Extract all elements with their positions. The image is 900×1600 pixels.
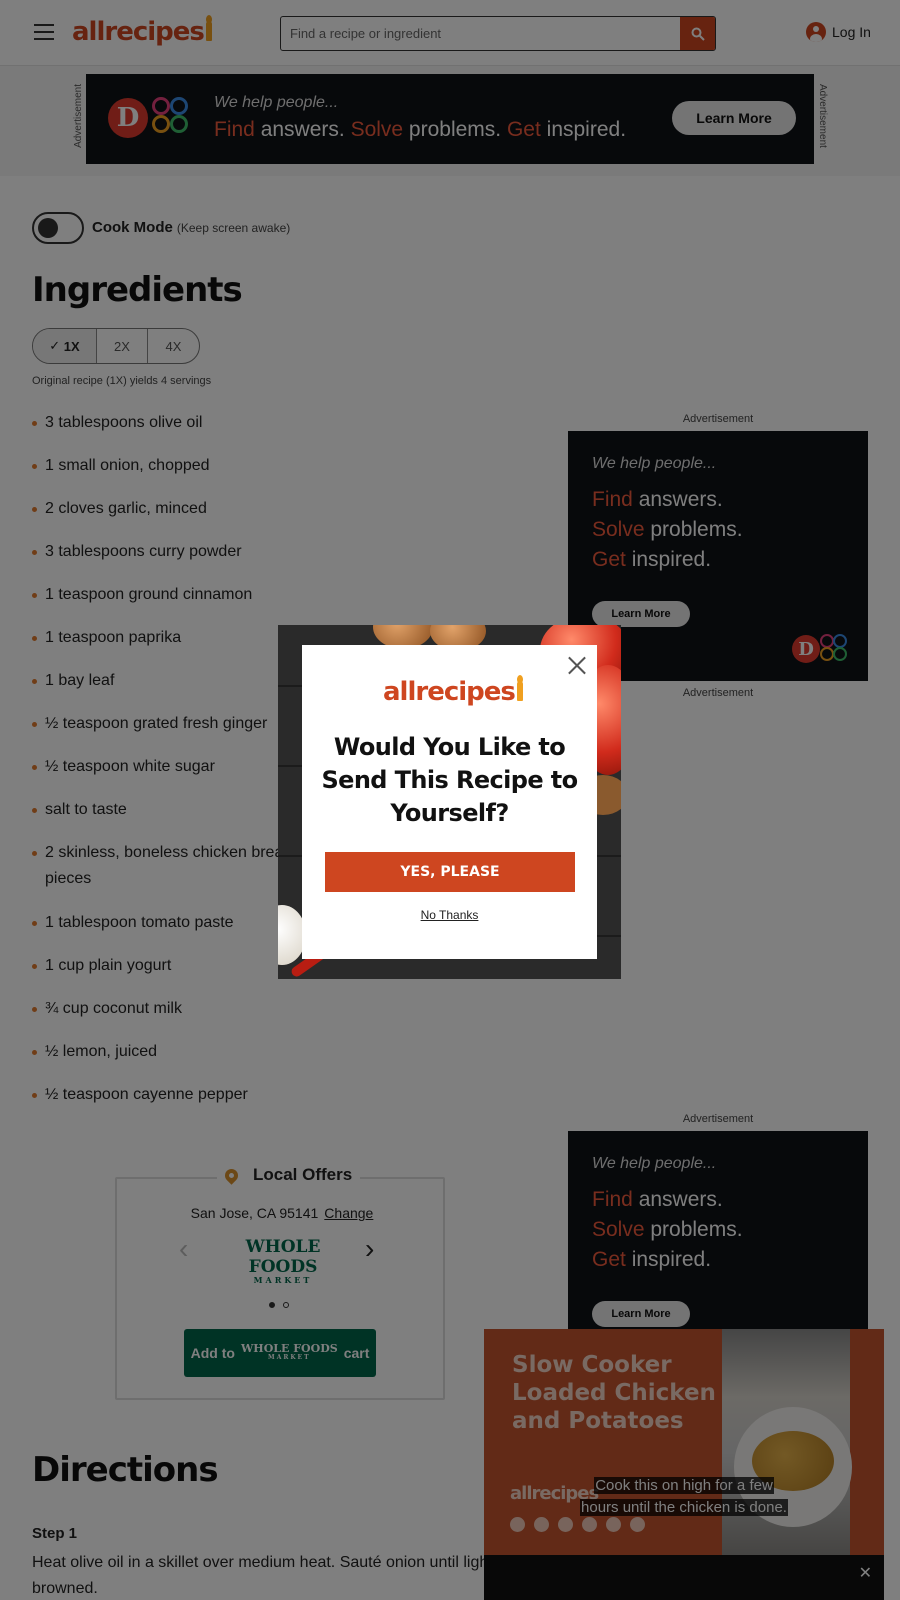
modal-logo: allrecipes xyxy=(383,675,523,707)
no-thanks-link[interactable]: No Thanks xyxy=(302,908,597,922)
send-recipe-modal: allrecipes Would You Like to Send This R… xyxy=(302,645,597,959)
close-icon[interactable] xyxy=(565,653,589,677)
yes-please-button[interactable]: YES, PLEASE xyxy=(325,852,575,892)
modal-title: Would You Like to Send This Recipe to Yo… xyxy=(321,733,578,827)
